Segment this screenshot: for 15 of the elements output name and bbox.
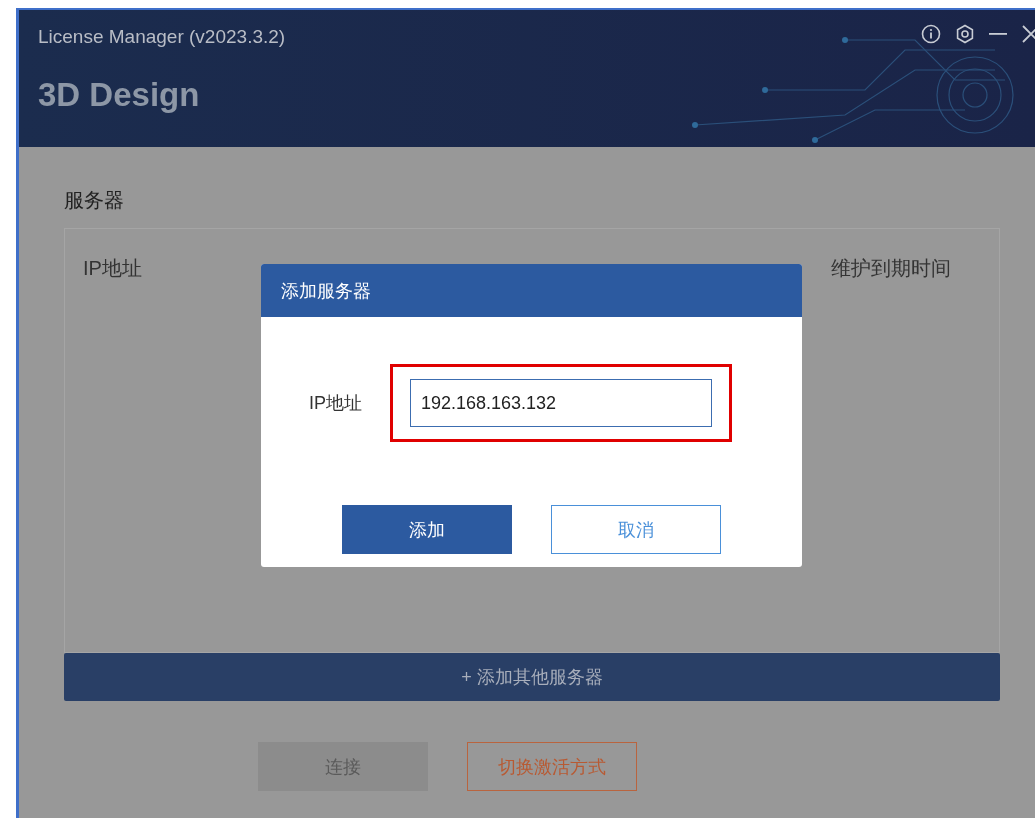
product-name: 3D Design: [38, 76, 200, 114]
add-server-bar[interactable]: + 添加其他服务器: [64, 653, 1000, 701]
window-title: License Manager (v2023.3.2): [38, 26, 286, 48]
dialog-title: 添加服务器: [281, 279, 371, 303]
field-label: IP地址: [309, 392, 362, 415]
settings-icon[interactable]: [955, 24, 975, 44]
section-heading: 服务器: [64, 188, 124, 213]
action-button[interactable]: 添加: [342, 505, 512, 554]
action-button[interactable]: 取消: [551, 505, 721, 554]
column-header: 维护到期时间: [831, 256, 951, 281]
close-icon[interactable]: [1021, 24, 1035, 44]
input-field[interactable]: 192.168.163.132: [410, 379, 712, 427]
info-icon[interactable]: [921, 24, 941, 44]
minimize-icon[interactable]: [989, 32, 1007, 36]
column-header: IP地址: [83, 256, 142, 281]
